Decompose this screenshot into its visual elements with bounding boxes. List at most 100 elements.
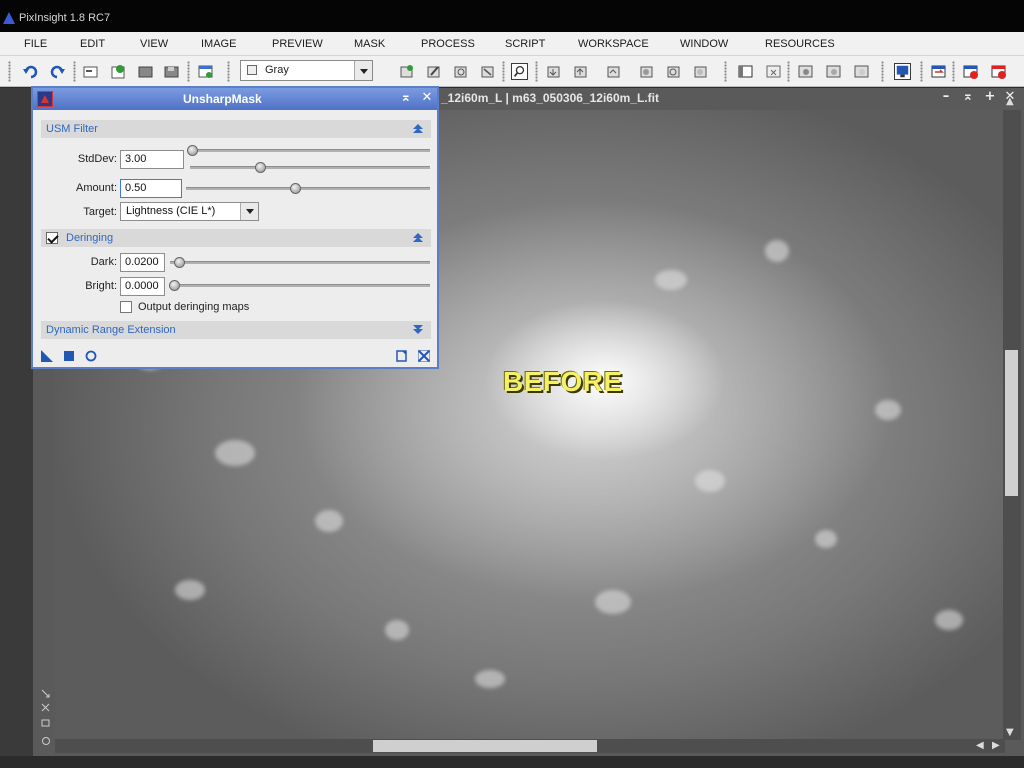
minimize-icon[interactable]: – bbox=[940, 90, 952, 104]
menu-window[interactable]: WINDOW bbox=[680, 38, 728, 50]
screen-mode-icon[interactable] bbox=[894, 63, 911, 80]
close-all-icon[interactable] bbox=[990, 63, 1007, 80]
stddev-coarse-slider[interactable] bbox=[190, 149, 430, 152]
toolbar-grip[interactable] bbox=[73, 61, 76, 82]
process-icon-3[interactable] bbox=[692, 63, 709, 80]
menu-image[interactable]: IMAGE bbox=[201, 38, 236, 50]
shade-icon[interactable]: ⌅ bbox=[962, 90, 974, 104]
combo-dropdown-button[interactable] bbox=[354, 61, 372, 80]
close-icon[interactable]: ✕ bbox=[420, 91, 434, 105]
deringing-section[interactable]: Deringing bbox=[41, 229, 431, 247]
stddev-field[interactable]: 3.00 bbox=[120, 150, 184, 169]
dialog-header[interactable]: UnsharpMask ⌅ ✕ bbox=[33, 88, 437, 110]
window-swap-icon[interactable] bbox=[930, 63, 947, 80]
scroll-up-icon[interactable]: ▲ bbox=[1006, 96, 1014, 107]
menu-mask[interactable]: MASK bbox=[354, 38, 385, 50]
process-icon-2[interactable] bbox=[665, 63, 682, 80]
gray-swatch-icon bbox=[247, 65, 257, 75]
dark-field[interactable]: 0.0200 bbox=[120, 253, 165, 272]
preview-edit-icon[interactable] bbox=[425, 63, 442, 80]
stddev-coarse-knob[interactable] bbox=[187, 145, 198, 156]
expand-icon[interactable] bbox=[413, 324, 423, 336]
menu-view[interactable]: VIEW bbox=[140, 38, 168, 50]
menu-process[interactable]: PROCESS bbox=[421, 38, 475, 50]
toolbar-grip[interactable] bbox=[8, 61, 11, 82]
menu-workspace[interactable]: WORKSPACE bbox=[578, 38, 649, 50]
scroll-right-icon[interactable]: ▶ bbox=[992, 740, 1000, 751]
image-window-icon[interactable] bbox=[82, 63, 99, 80]
color-space-combo[interactable]: Gray bbox=[240, 60, 373, 81]
amount-field[interactable]: 0.50 bbox=[120, 179, 182, 198]
toolbar-grip[interactable] bbox=[535, 61, 538, 82]
explorer-icon[interactable] bbox=[737, 63, 754, 80]
toolbar-grip[interactable] bbox=[724, 61, 727, 82]
menu-preview[interactable]: PREVIEW bbox=[272, 38, 323, 50]
toolbar-grip[interactable] bbox=[881, 61, 884, 82]
maximize-icon[interactable]: + bbox=[984, 90, 996, 104]
preview-icon[interactable] bbox=[396, 350, 408, 362]
scroll-down-icon[interactable]: ▼ bbox=[1006, 727, 1014, 738]
dynamic-range-title: Dynamic Range Extension bbox=[46, 324, 176, 336]
bright-slider[interactable] bbox=[170, 284, 430, 287]
toolbar-grip[interactable] bbox=[920, 61, 923, 82]
collapse-icon[interactable] bbox=[413, 232, 423, 244]
view-icon-1[interactable] bbox=[797, 63, 814, 80]
amount-knob[interactable] bbox=[290, 183, 301, 194]
amount-slider[interactable] bbox=[186, 187, 430, 190]
mask-load-icon[interactable] bbox=[545, 63, 562, 80]
menu-script[interactable]: SCRIPT bbox=[505, 38, 545, 50]
output-maps-checkbox[interactable] bbox=[120, 301, 132, 313]
horizontal-scroll-thumb[interactable] bbox=[373, 740, 597, 752]
stddev-fine-slider[interactable] bbox=[190, 166, 430, 169]
scroll-left-icon[interactable]: ◀ bbox=[976, 740, 984, 751]
toolbar-grip[interactable] bbox=[187, 61, 190, 82]
bright-knob[interactable] bbox=[169, 280, 180, 291]
toolbar-grip[interactable] bbox=[227, 61, 230, 82]
open-image-icon[interactable] bbox=[137, 63, 154, 80]
reset-icon[interactable] bbox=[418, 350, 430, 362]
menu-file[interactable]: FILE bbox=[24, 38, 47, 50]
toolbar-grip[interactable] bbox=[952, 61, 955, 82]
toolbar-grip[interactable] bbox=[502, 61, 505, 82]
apply-global-icon[interactable] bbox=[85, 350, 97, 362]
new-image-icon[interactable] bbox=[109, 63, 126, 80]
menu-resources[interactable]: RESOURCES bbox=[765, 38, 835, 50]
menu-edit[interactable]: EDIT bbox=[80, 38, 105, 50]
vertical-scroll-thumb[interactable] bbox=[1005, 350, 1018, 496]
close-window-icon[interactable] bbox=[962, 63, 979, 80]
dynamic-range-section[interactable]: Dynamic Range Extension bbox=[41, 321, 431, 339]
window-close-icon[interactable] bbox=[765, 63, 782, 80]
dark-slider[interactable] bbox=[170, 261, 430, 264]
usm-filter-section[interactable]: USM Filter bbox=[41, 120, 431, 138]
apply-icon[interactable] bbox=[63, 350, 75, 362]
stddev-fine-knob[interactable] bbox=[255, 162, 266, 173]
bright-field[interactable]: 0.0000 bbox=[120, 277, 165, 296]
target-dropdown-button[interactable] bbox=[240, 203, 258, 220]
preview-mode-icon[interactable] bbox=[452, 63, 469, 80]
new-instance-icon[interactable] bbox=[41, 350, 53, 362]
process-icon-1[interactable] bbox=[638, 63, 655, 80]
new-workspace-icon[interactable] bbox=[197, 63, 214, 80]
save-image-icon[interactable] bbox=[163, 63, 180, 80]
vertical-scrollbar[interactable] bbox=[1003, 110, 1021, 740]
zoom-tool-icon[interactable] bbox=[511, 63, 528, 80]
undo-icon[interactable] bbox=[22, 63, 39, 80]
horizontal-scrollbar[interactable] bbox=[55, 739, 1005, 753]
mask-save-icon[interactable] bbox=[572, 63, 589, 80]
target-value: Lightness (CIE L*) bbox=[126, 205, 216, 217]
target-combo[interactable]: Lightness (CIE L*) bbox=[120, 202, 259, 221]
collapse-icon[interactable] bbox=[413, 123, 423, 135]
toolbar-grip[interactable] bbox=[787, 61, 790, 82]
shade-icon[interactable]: ⌅ bbox=[399, 91, 413, 105]
pixinsight-logo-icon bbox=[3, 12, 15, 24]
preview-new-icon[interactable] bbox=[398, 63, 415, 80]
dialog-title: UnsharpMask bbox=[183, 92, 262, 106]
mask-invert-icon[interactable] bbox=[605, 63, 622, 80]
view-icon-2[interactable] bbox=[825, 63, 842, 80]
side-tools-icons[interactable] bbox=[41, 688, 51, 748]
redo-icon[interactable] bbox=[49, 63, 66, 80]
dark-knob[interactable] bbox=[174, 257, 185, 268]
deringing-checkbox[interactable] bbox=[46, 232, 58, 244]
view-icon-3[interactable] bbox=[853, 63, 870, 80]
preview-delete-icon[interactable] bbox=[479, 63, 496, 80]
